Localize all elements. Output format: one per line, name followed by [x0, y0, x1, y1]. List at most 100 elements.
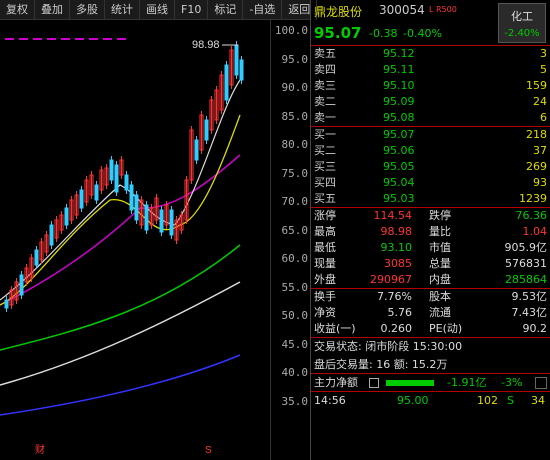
flow-chart-icon[interactable] [535, 377, 547, 389]
marker-dot [95, 38, 98, 40]
stat-row: 净资 5.76 流通 7.43亿 [311, 305, 550, 321]
axis-tick: 80.0 [281, 138, 309, 151]
candle-body [204, 119, 209, 141]
asks-row: 卖五 95.12 3 [311, 46, 550, 62]
marker-dot [25, 38, 28, 40]
book-q: 1239 [519, 192, 547, 205]
marker-dot [61, 38, 64, 40]
stat-cell: 量比 [429, 225, 451, 238]
toolbar-item[interactable]: -自选 [243, 0, 283, 20]
stats-block: 涨停 114.54 跌停 76.36 最高 98.98 量比 1.04 最低 93.10 市值 905… [311, 208, 550, 289]
axis-tick: 50.0 [281, 309, 309, 322]
marker-dot [78, 38, 81, 40]
bids-row: 买四 95.04 93 [311, 175, 550, 191]
book-q: 24 [533, 95, 547, 108]
tick-row: 14:56 95.00 102 S 34 [314, 394, 545, 407]
stat-cell: 流通 [429, 306, 451, 319]
stat-cell: 1.04 [522, 225, 548, 238]
toolbar-item[interactable]: 多股 [70, 0, 105, 20]
axis-tick: 75.0 [281, 166, 309, 180]
marker-dot [53, 38, 56, 40]
book-l: 卖二 [314, 95, 336, 108]
sector-button[interactable]: 化工 -2.40% [498, 3, 546, 43]
marker-dot [81, 38, 84, 40]
candle-body [124, 174, 129, 191]
candle-body [34, 249, 39, 266]
book-p: 95.06 [383, 144, 415, 157]
stat-row: 外盘 290967 内盘 285864 [311, 272, 550, 288]
stat-cell: 最高 [314, 225, 336, 238]
marker-dot [123, 38, 126, 40]
ma-line-white [0, 281, 241, 386]
book-l: 买五 [314, 192, 336, 205]
book-p: 95.11 [383, 63, 415, 76]
marker-dot [19, 38, 22, 40]
toolbar-item[interactable]: F10 [175, 0, 209, 20]
toolbar-item[interactable]: 标记 [208, 0, 244, 20]
candle-body [224, 64, 229, 101]
marker-dot [106, 38, 109, 40]
marker-dot [47, 38, 50, 40]
price-change-pct: -0.40% [403, 27, 442, 40]
stats-block-2: 换手 7.76% 股本 9.53亿 净资 5.76 流通 7.43亿 收益(一) 0.260 PE(… [311, 289, 550, 338]
bids-row: 买五 95.03 1239 [311, 191, 550, 207]
stat-cell: 跌停 [429, 209, 451, 222]
stat-cell: 90.2 [522, 322, 548, 335]
stat-cell: 98.98 [380, 225, 413, 238]
book-p: 95.05 [383, 160, 415, 173]
toolbar-item[interactable]: 叠加 [35, 0, 70, 20]
marker-dot [11, 38, 14, 40]
toolbar-item[interactable]: 复权 [0, 0, 35, 20]
ask-book: 卖五 95.12 3 卖四 95.11 5 卖三 95.10 159 卖二 95.09 24 卖一 95.… [311, 46, 550, 127]
asks-row: 卖三 95.10 159 [311, 78, 550, 94]
axis-tick: 40.0 [281, 366, 309, 379]
stat-cell: 9.53亿 [511, 290, 548, 303]
stat-cell: 76.36 [515, 209, 548, 222]
stock-code: 300054 [379, 3, 425, 17]
book-l: 卖五 [314, 47, 336, 60]
candle-body [109, 159, 114, 181]
main-flow[interactable]: 主力净额 -1.91亿 -3% [311, 374, 550, 392]
candle-body [64, 207, 69, 226]
axis-tick: 45.0 [281, 337, 309, 351]
kline-chart: 98.98 财 S [0, 38, 244, 456]
asks-row: 卖一 95.08 6 [311, 110, 550, 126]
bid-book: 买一 95.07 218 买二 95.06 37 买三 95.05 269 买四 95.04 93 买五… [311, 127, 550, 208]
book-p: 95.04 [383, 176, 415, 189]
candle-body [134, 194, 139, 221]
stat-cell: 内盘 [429, 273, 451, 286]
stat-cell: 290967 [370, 273, 412, 286]
stock-name: 鼎龙股份 [314, 5, 363, 19]
ma-line-magenta [0, 154, 241, 306]
bids-row: 买二 95.06 37 [311, 143, 550, 159]
candle-body [94, 184, 99, 201]
axis-tick: 65.0 [281, 223, 309, 237]
book-p: 95.07 [383, 128, 415, 141]
last-price: 95.07 [314, 24, 362, 42]
toolbar-item[interactable]: 统计 [105, 0, 140, 20]
book-l: 买一 [314, 128, 336, 141]
candle-body [159, 209, 164, 233]
book-l: 卖三 [314, 79, 336, 92]
toolbar-item[interactable]: 画线 [140, 0, 175, 20]
axis-tick: 90.0 [281, 81, 309, 94]
stat-cell: 收益(一) [314, 322, 356, 335]
marker-dot [22, 38, 25, 40]
price-axis: 100.0 95.0 90.0 85.0 80.0 75.0 70.0 65.0 60.0 55.… [270, 20, 310, 460]
marker-dot [75, 38, 78, 40]
axis-tick: 100.0 [274, 24, 308, 37]
book-p: 95.08 [383, 111, 415, 124]
candle-body [144, 204, 149, 231]
sector-name: 化工 [511, 10, 533, 23]
book-q: 93 [533, 176, 547, 189]
book-q: 5 [540, 63, 547, 76]
stat-cell: 3085 [384, 257, 412, 270]
stat-cell: 114.54 [373, 209, 413, 222]
book-q: 218 [526, 128, 547, 141]
candle-body [234, 44, 239, 76]
flow-check-icon [369, 378, 379, 388]
stat-cell: 285864 [505, 273, 547, 286]
candle-body [129, 184, 134, 211]
stat-row: 最高 98.98 量比 1.04 [311, 224, 550, 240]
book-l: 卖一 [314, 111, 336, 124]
